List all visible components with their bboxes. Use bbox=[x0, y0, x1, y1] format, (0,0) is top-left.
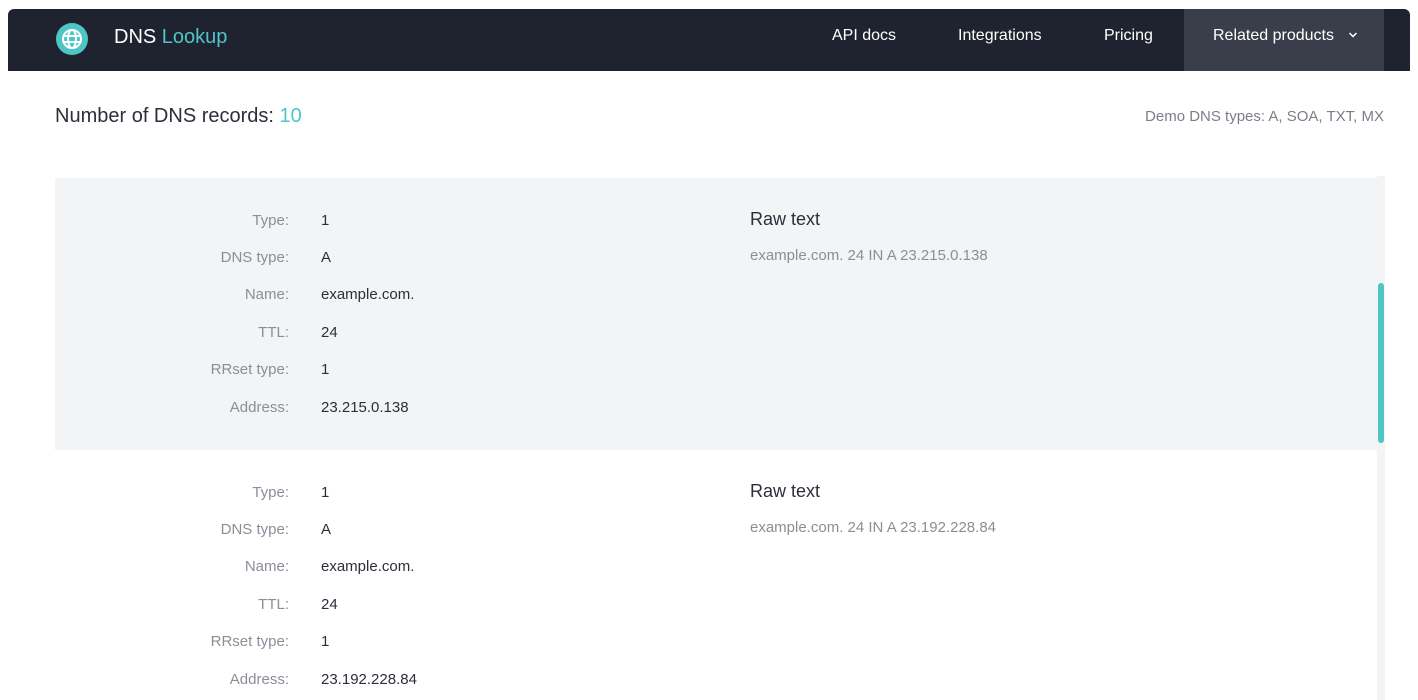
records-scrollbar-thumb[interactable] bbox=[1378, 283, 1384, 443]
field-label: RRset type: bbox=[210, 633, 289, 650]
brand-main: DNS bbox=[114, 26, 157, 48]
top-navigation-bar: DNS Lookup API docs Integrations Pricing… bbox=[8, 9, 1410, 71]
records-count-label: Number of DNS records: bbox=[55, 105, 274, 127]
raw-text-value: example.com. 24 IN A 23.215.0.138 bbox=[750, 247, 988, 264]
nav-related-products[interactable]: Related products bbox=[1184, 9, 1384, 71]
field-address: Address: 23.215.0.138 bbox=[55, 398, 655, 418]
field-label: Name: bbox=[244, 558, 289, 575]
records-list: Type: 1 DNS type: A Name: example.com. T… bbox=[55, 178, 1378, 700]
nav-integrations[interactable]: Integrations bbox=[958, 9, 1042, 71]
field-name: Name: example.com. bbox=[55, 285, 655, 305]
field-value: example.com. bbox=[321, 286, 415, 303]
field-value: A bbox=[321, 249, 332, 266]
field-value: 24 bbox=[321, 596, 338, 613]
field-value: 1 bbox=[321, 212, 330, 229]
nav-api-docs[interactable]: API docs bbox=[832, 9, 896, 71]
field-type: Type: 1 bbox=[55, 483, 655, 503]
field-rrset-type: RRset type: 1 bbox=[55, 632, 655, 652]
field-value: A bbox=[321, 521, 332, 538]
field-label: DNS type: bbox=[220, 249, 289, 266]
field-value: 24 bbox=[321, 324, 338, 341]
field-value: 23.215.0.138 bbox=[321, 399, 409, 416]
dns-lookup-page: DNS Lookup API docs Integrations Pricing… bbox=[0, 0, 1418, 700]
globe-icon[interactable] bbox=[56, 23, 88, 55]
field-label: Name: bbox=[244, 286, 289, 303]
dns-record: Type: 1 DNS type: A Name: example.com. T… bbox=[55, 178, 1378, 450]
field-label: Address: bbox=[229, 671, 289, 688]
field-address: Address: 23.192.228.84 bbox=[55, 670, 655, 690]
field-label: Type: bbox=[252, 484, 289, 501]
field-label: TTL: bbox=[258, 324, 289, 341]
field-label: Type: bbox=[252, 212, 289, 229]
records-count: Number of DNS records: 10 bbox=[55, 104, 302, 128]
nav-pricing[interactable]: Pricing bbox=[1104, 9, 1153, 71]
field-dns-type: DNS type: A bbox=[55, 248, 655, 268]
field-name: Name: example.com. bbox=[55, 557, 655, 577]
field-value: example.com. bbox=[321, 558, 415, 575]
brand-title[interactable]: DNS Lookup bbox=[114, 25, 227, 49]
field-value: 1 bbox=[321, 633, 330, 650]
dns-record: Type: 1 DNS type: A Name: example.com. T… bbox=[55, 450, 1378, 700]
field-dns-type: DNS type: A bbox=[55, 520, 655, 540]
field-value: 1 bbox=[321, 484, 330, 501]
field-type: Type: 1 bbox=[55, 211, 655, 231]
raw-text-heading: Raw text bbox=[750, 481, 821, 501]
field-ttl: TTL: 24 bbox=[55, 595, 655, 615]
demo-dns-types: Demo DNS types: A, SOA, TXT, MX bbox=[1145, 108, 1384, 125]
field-label: TTL: bbox=[258, 596, 289, 613]
field-label: DNS type: bbox=[220, 521, 289, 538]
chevron-down-icon bbox=[1348, 32, 1358, 38]
field-ttl: TTL: 24 bbox=[55, 323, 655, 343]
records-count-value: 10 bbox=[279, 105, 302, 127]
field-value: 23.192.228.84 bbox=[321, 671, 417, 688]
field-label: Address: bbox=[229, 399, 289, 416]
raw-text-value: example.com. 24 IN A 23.192.228.84 bbox=[750, 519, 996, 536]
related-products-label: Related products bbox=[1213, 27, 1334, 44]
brand-accent: Lookup bbox=[161, 26, 228, 48]
field-label: RRset type: bbox=[210, 361, 289, 378]
raw-text-heading: Raw text bbox=[750, 209, 821, 229]
field-rrset-type: RRset type: 1 bbox=[55, 360, 655, 380]
field-value: 1 bbox=[321, 361, 330, 378]
